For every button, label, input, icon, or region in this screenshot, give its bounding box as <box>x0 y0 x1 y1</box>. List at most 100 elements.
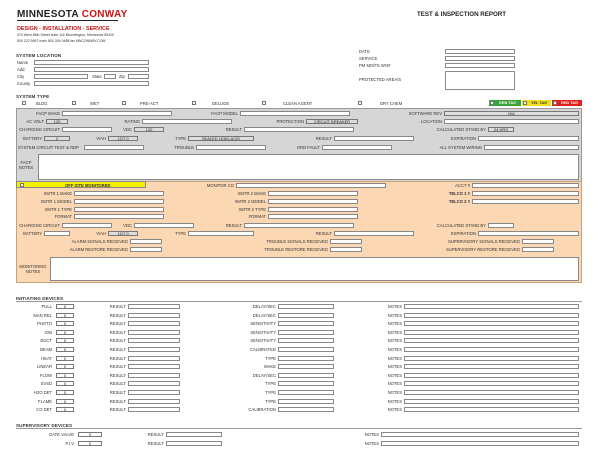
xmtr1-make-input[interactable] <box>74 191 164 196</box>
battery-result-input[interactable] <box>334 136 414 141</box>
device-param-input[interactable] <box>278 355 334 361</box>
alarm-signals-input[interactable] <box>130 239 162 244</box>
telco1-input[interactable] <box>472 191 579 196</box>
location-address-input[interactable] <box>34 67 149 72</box>
device-qty-input[interactable]: 0 <box>56 398 74 404</box>
protection-value[interactable]: CIRCUIT BREAKER <box>306 119 358 124</box>
dry-chem-checkbox[interactable] <box>358 101 362 105</box>
mon-type-input[interactable] <box>188 231 254 236</box>
device-result-input[interactable] <box>128 390 180 395</box>
all-system-wiring-input[interactable] <box>484 145 579 150</box>
location-county-input[interactable] <box>34 81 149 86</box>
location-city-input[interactable] <box>34 74 88 79</box>
software-rev-value[interactable]: N/A <box>444 111 579 116</box>
trouble-restore-input[interactable] <box>330 247 362 252</box>
telco2-input[interactable] <box>472 199 579 204</box>
battery-type-value[interactable]: SEALED LEAD-ACID <box>188 136 254 141</box>
supervisory-result-input[interactable] <box>166 432 222 437</box>
expiration-input[interactable] <box>478 136 579 141</box>
wet-checkbox[interactable] <box>72 101 76 105</box>
device-qty-input[interactable]: 0 <box>56 390 74 395</box>
service-input[interactable] <box>445 56 515 61</box>
supervisory-notes-input[interactable] <box>381 440 579 446</box>
device-param-input[interactable] <box>278 390 334 395</box>
device-qty-input[interactable]: 0 <box>56 304 74 309</box>
pre-act-checkbox[interactable] <box>122 101 126 105</box>
xmtr2-format-input[interactable] <box>268 214 358 219</box>
device-qty-input[interactable]: 0 <box>56 329 74 335</box>
facp-notes-input[interactable] <box>38 154 579 180</box>
device-param-input[interactable] <box>278 329 334 335</box>
system-circuit-input[interactable] <box>84 145 144 150</box>
facp-make-input[interactable] <box>62 111 172 116</box>
device-result-input[interactable] <box>128 381 180 387</box>
yellow-tag-checkbox[interactable] <box>523 101 527 105</box>
device-qty-input[interactable]: 0 <box>56 321 74 327</box>
charging-circuit-input[interactable] <box>62 127 112 132</box>
deluge-checkbox[interactable] <box>192 101 196 105</box>
device-qty-input[interactable]: 0 <box>56 347 74 352</box>
clean-agent-checkbox[interactable] <box>262 101 266 105</box>
device-result-input[interactable] <box>128 312 180 318</box>
mon-battery-result-input[interactable] <box>334 231 414 236</box>
red-tag-checkbox[interactable] <box>553 101 557 105</box>
device-result-input[interactable] <box>128 338 180 344</box>
offsite-monitored[interactable]: OFF SITE MONITORED <box>16 181 146 188</box>
mon-vdc-input[interactable] <box>134 223 194 228</box>
facp-model-input[interactable] <box>240 111 350 116</box>
device-qty-input[interactable]: 0 <box>56 381 74 387</box>
monitoring-notes-input[interactable] <box>50 257 579 281</box>
supervisory-qty-input[interactable]: 0 <box>78 432 102 437</box>
date-input[interactable] <box>445 49 515 54</box>
grd-fault-input[interactable] <box>322 145 392 150</box>
mon-charging-result-input[interactable] <box>244 223 354 228</box>
device-notes-input[interactable] <box>404 355 579 361</box>
device-qty-input[interactable]: 0 <box>56 338 74 344</box>
device-notes-input[interactable] <box>404 347 579 352</box>
supervisory-result-input[interactable] <box>166 440 222 446</box>
ac-volt-value[interactable]: 120 <box>46 119 68 124</box>
vah-value[interactable]: 12/7.0 <box>108 136 138 141</box>
device-param-input[interactable] <box>278 347 334 352</box>
device-notes-input[interactable] <box>404 329 579 335</box>
location-zip-input[interactable] <box>128 74 149 79</box>
device-qty-input[interactable]: 0 <box>56 312 74 318</box>
location-name-input[interactable] <box>34 60 149 65</box>
monitor-co-input[interactable] <box>236 183 386 188</box>
xmtr1-model-input[interactable] <box>74 199 164 204</box>
device-result-input[interactable] <box>128 372 180 378</box>
mon-expiration-input[interactable] <box>478 231 579 236</box>
device-result-input[interactable] <box>128 347 180 352</box>
supervisory-qty-input[interactable]: 0 <box>78 440 102 446</box>
location-input[interactable] <box>444 119 579 124</box>
mon-vah-value[interactable]: 12/7.0 <box>108 231 138 236</box>
device-qty-input[interactable]: 0 <box>56 372 74 378</box>
mon-charging-input[interactable] <box>62 223 112 228</box>
pm-wo-input[interactable] <box>445 63 515 68</box>
device-notes-input[interactable] <box>404 321 579 327</box>
protected-areas-input[interactable] <box>445 71 515 90</box>
device-result-input[interactable] <box>128 407 180 413</box>
rating-input[interactable] <box>142 119 232 124</box>
xmtr2-type-input[interactable] <box>268 207 358 212</box>
device-param-input[interactable] <box>278 338 334 344</box>
offsite-checkbox[interactable] <box>20 183 24 187</box>
device-param-input[interactable] <box>278 312 334 318</box>
device-notes-input[interactable] <box>404 381 579 387</box>
xmtr1-format-input[interactable] <box>74 214 164 219</box>
bldg-checkbox[interactable] <box>22 101 26 105</box>
green-tag[interactable]: GRN TAG <box>489 100 521 106</box>
device-param-input[interactable] <box>278 304 334 309</box>
mon-standby-input[interactable] <box>488 223 514 228</box>
device-param-input[interactable] <box>278 407 334 413</box>
device-notes-input[interactable] <box>404 338 579 344</box>
device-result-input[interactable] <box>128 304 180 309</box>
red-tag[interactable]: RED TAG <box>552 100 582 106</box>
supervisory-notes-input[interactable] <box>381 432 579 437</box>
device-notes-input[interactable] <box>404 398 579 404</box>
xmtr1-type-input[interactable] <box>74 207 164 212</box>
device-result-input[interactable] <box>128 364 180 370</box>
vdc-value[interactable]: 120 <box>134 127 164 132</box>
green-tag-checkbox[interactable] <box>490 101 494 105</box>
device-notes-input[interactable] <box>404 390 579 395</box>
